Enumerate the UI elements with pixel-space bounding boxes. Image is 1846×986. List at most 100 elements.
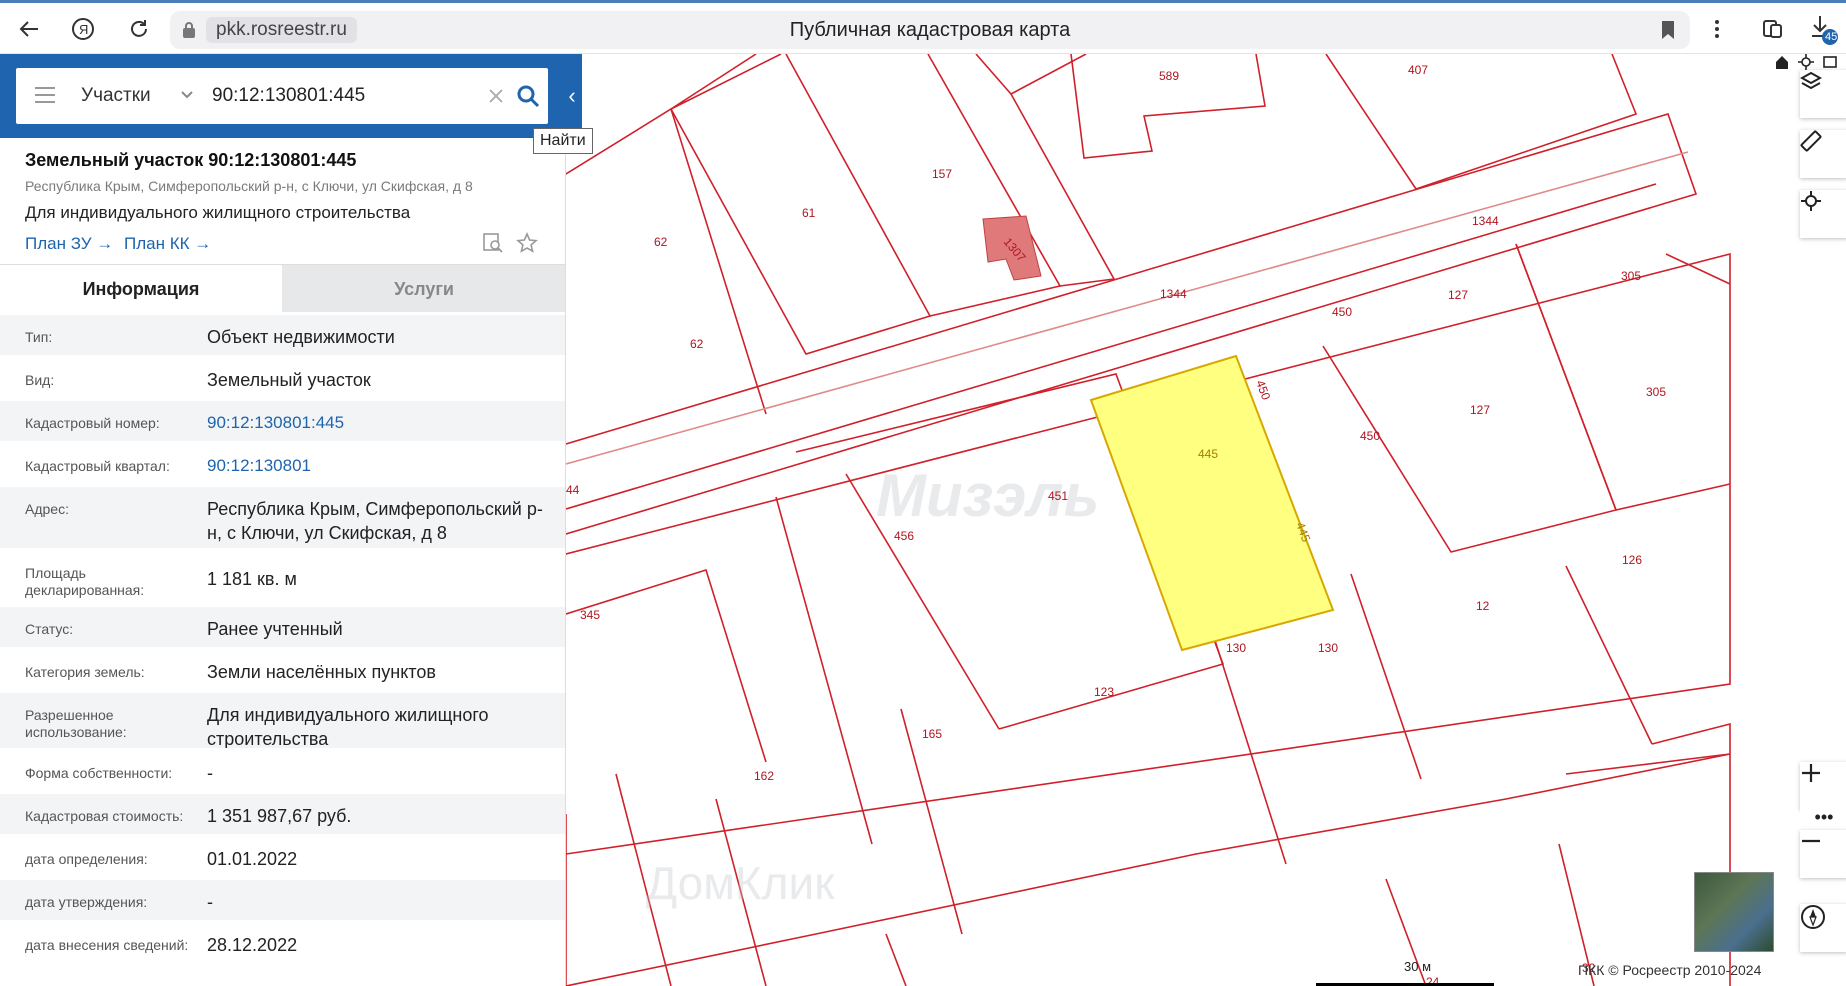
row-label: дата определения: — [25, 851, 148, 867]
row-label: Кадастровая стоимость: — [25, 808, 184, 824]
zoom-document-icon[interactable] — [482, 232, 504, 254]
parcel-label: 305 — [1646, 385, 1666, 399]
parcel-label: 157 — [932, 167, 952, 181]
tab-services[interactable]: Услуги — [282, 265, 565, 313]
yandex-icon[interactable]: Я — [66, 12, 100, 46]
row-label: дата утверждения: — [25, 894, 148, 910]
parcel-label: 345 — [580, 608, 600, 622]
info-row-cadastral-quarter: Кадастровый квартал: 90:12:130801 — [0, 441, 565, 484]
parcel-boundary — [1350, 573, 1422, 780]
parcel-label: 407 — [1408, 63, 1428, 77]
parcel-boundary — [670, 54, 782, 110]
home-icon[interactable] — [1774, 54, 1790, 70]
parcel-label: 305 — [1621, 269, 1641, 283]
layers-button[interactable] — [1800, 70, 1846, 118]
selected-parcel-445[interactable] — [1089, 354, 1335, 652]
info-row-status: Статус: Ранее учтенный — [0, 604, 565, 647]
object-address: Республика Крым, Симферопольский р-н, с … — [25, 178, 473, 194]
row-label: Кадастровый номер: — [25, 415, 160, 431]
download-icon[interactable]: 45 — [1806, 12, 1840, 46]
info-row-permitted-use: Разрешенное использование: Для индивидуа… — [0, 690, 565, 749]
copyright-text: ПКК © Росреестр 2010-2024 — [1578, 962, 1762, 978]
row-label: Кадастровый квартал: — [25, 458, 170, 474]
row-value: 1 351 987,67 руб. — [207, 806, 352, 826]
parcel-label: 62 — [690, 337, 704, 351]
layers-icon[interactable] — [1822, 54, 1838, 70]
collections-icon[interactable] — [1756, 12, 1790, 46]
cadastral-map[interactable]: Мизэль ДомКлик 589 407 157 1307 61 62 62… — [566, 54, 1846, 986]
row-label: Форма собственности: — [25, 765, 173, 781]
parcel-boundary — [1615, 483, 1731, 511]
browser-tabstrip-line — [0, 0, 1846, 3]
page-title: Публичная кадастровая карта — [789, 19, 1071, 41]
parcel-label: 456 — [894, 529, 914, 543]
row-label: дата внесения сведений: — [25, 937, 189, 953]
parcel-label: 62 — [654, 235, 668, 249]
ruler-button[interactable] — [1800, 130, 1846, 178]
tabs: Информация Услуги — [0, 264, 565, 313]
locate-icon[interactable] — [1798, 54, 1814, 70]
search-box: Участки — [16, 68, 548, 124]
bookmark-icon[interactable] — [1660, 20, 1676, 40]
plan-kk-link[interactable]: План КК → — [124, 234, 211, 254]
row-label: Адрес: — [25, 501, 69, 517]
parcel-label: 589 — [1159, 69, 1179, 83]
parcel-label: 1344 — [1472, 214, 1499, 228]
zoom-out-button[interactable] — [1800, 830, 1846, 878]
row-value: Для индивидуального жилищного строительс… — [207, 705, 489, 749]
parcel-label: 450 — [1360, 429, 1380, 443]
row-label: Площадь декларированная: — [25, 565, 145, 598]
scale-label: 30 м — [1404, 959, 1432, 974]
tab-information[interactable]: Информация — [0, 265, 282, 313]
chevron-down-icon[interactable] — [180, 88, 194, 102]
info-row-type: Тип: Объект недвижимости — [0, 312, 565, 355]
parcel-label: 126 — [1622, 553, 1642, 567]
parcel-boundary — [1322, 243, 1618, 553]
star-icon[interactable] — [516, 232, 538, 254]
row-value: 28.12.2022 — [207, 935, 298, 955]
clear-icon[interactable] — [486, 86, 506, 106]
search-input[interactable] — [212, 80, 482, 112]
zoom-in-button[interactable] — [1800, 762, 1846, 810]
row-label: Разрешенное использование: — [25, 707, 127, 740]
collapse-panel-button[interactable]: ‹ — [562, 54, 582, 138]
parcel-boundary — [670, 54, 932, 355]
compass-button[interactable] — [1800, 904, 1846, 952]
layers-icon — [1800, 71, 1822, 90]
address-bar[interactable]: pkk.rosreestr.ru Публичная кадастровая к… — [170, 11, 1690, 49]
plan-zu-link[interactable]: План ЗУ → — [25, 234, 113, 254]
info-row-land-category: Категория земель: Земли населённых пункт… — [0, 647, 565, 690]
parcel-label: 451 — [1048, 489, 1068, 503]
parcel-label: 130 — [1318, 641, 1338, 655]
row-label: Статус: — [25, 621, 74, 637]
more-icon[interactable] — [1700, 12, 1734, 46]
reload-icon[interactable] — [122, 12, 156, 46]
parcel-label: 61 — [802, 206, 816, 220]
parcel-boundary — [885, 933, 907, 986]
parcel-label: 450 — [1332, 305, 1352, 319]
back-arrow-icon[interactable] — [12, 12, 46, 46]
svg-text:Я: Я — [79, 22, 88, 37]
row-value: Земли населённых пунктов — [207, 662, 436, 682]
cadastral-quarter-link[interactable]: 90:12:130801 — [207, 454, 552, 478]
locate-button[interactable] — [1800, 190, 1846, 238]
row-value: 1 181 кв. м — [207, 569, 297, 589]
info-table: Тип: Объект недвижимости Вид: Земельный … — [0, 312, 565, 963]
row-label: Вид: — [25, 372, 55, 388]
minimap-thumbnail[interactable] — [1694, 872, 1774, 952]
cadastral-number-link[interactable]: 90:12:130801:445 — [207, 411, 552, 435]
parcel-layer[interactable]: Мизэль ДомКлик 589 407 157 1307 61 62 62… — [566, 54, 1846, 986]
parcel-label: 165 — [922, 727, 942, 741]
search-type-select[interactable]: Участки — [81, 85, 151, 107]
info-row-date-determined: дата определения: 01.01.2022 — [0, 834, 565, 877]
zoom-level-indicator: ••• — [1800, 808, 1846, 830]
parcel-boundary — [566, 568, 767, 763]
parcel-boundary — [975, 54, 1087, 96]
search-icon[interactable] — [516, 84, 540, 108]
menu-icon[interactable] — [34, 86, 56, 104]
row-label: Категория земель: — [25, 664, 145, 680]
info-row-date-approved: дата утверждения: - — [0, 877, 565, 920]
parcel-boundary — [1665, 253, 1731, 285]
row-label: Тип: — [25, 329, 53, 345]
info-row-address: Адрес: Республика Крым, Симферопольский … — [0, 484, 565, 548]
